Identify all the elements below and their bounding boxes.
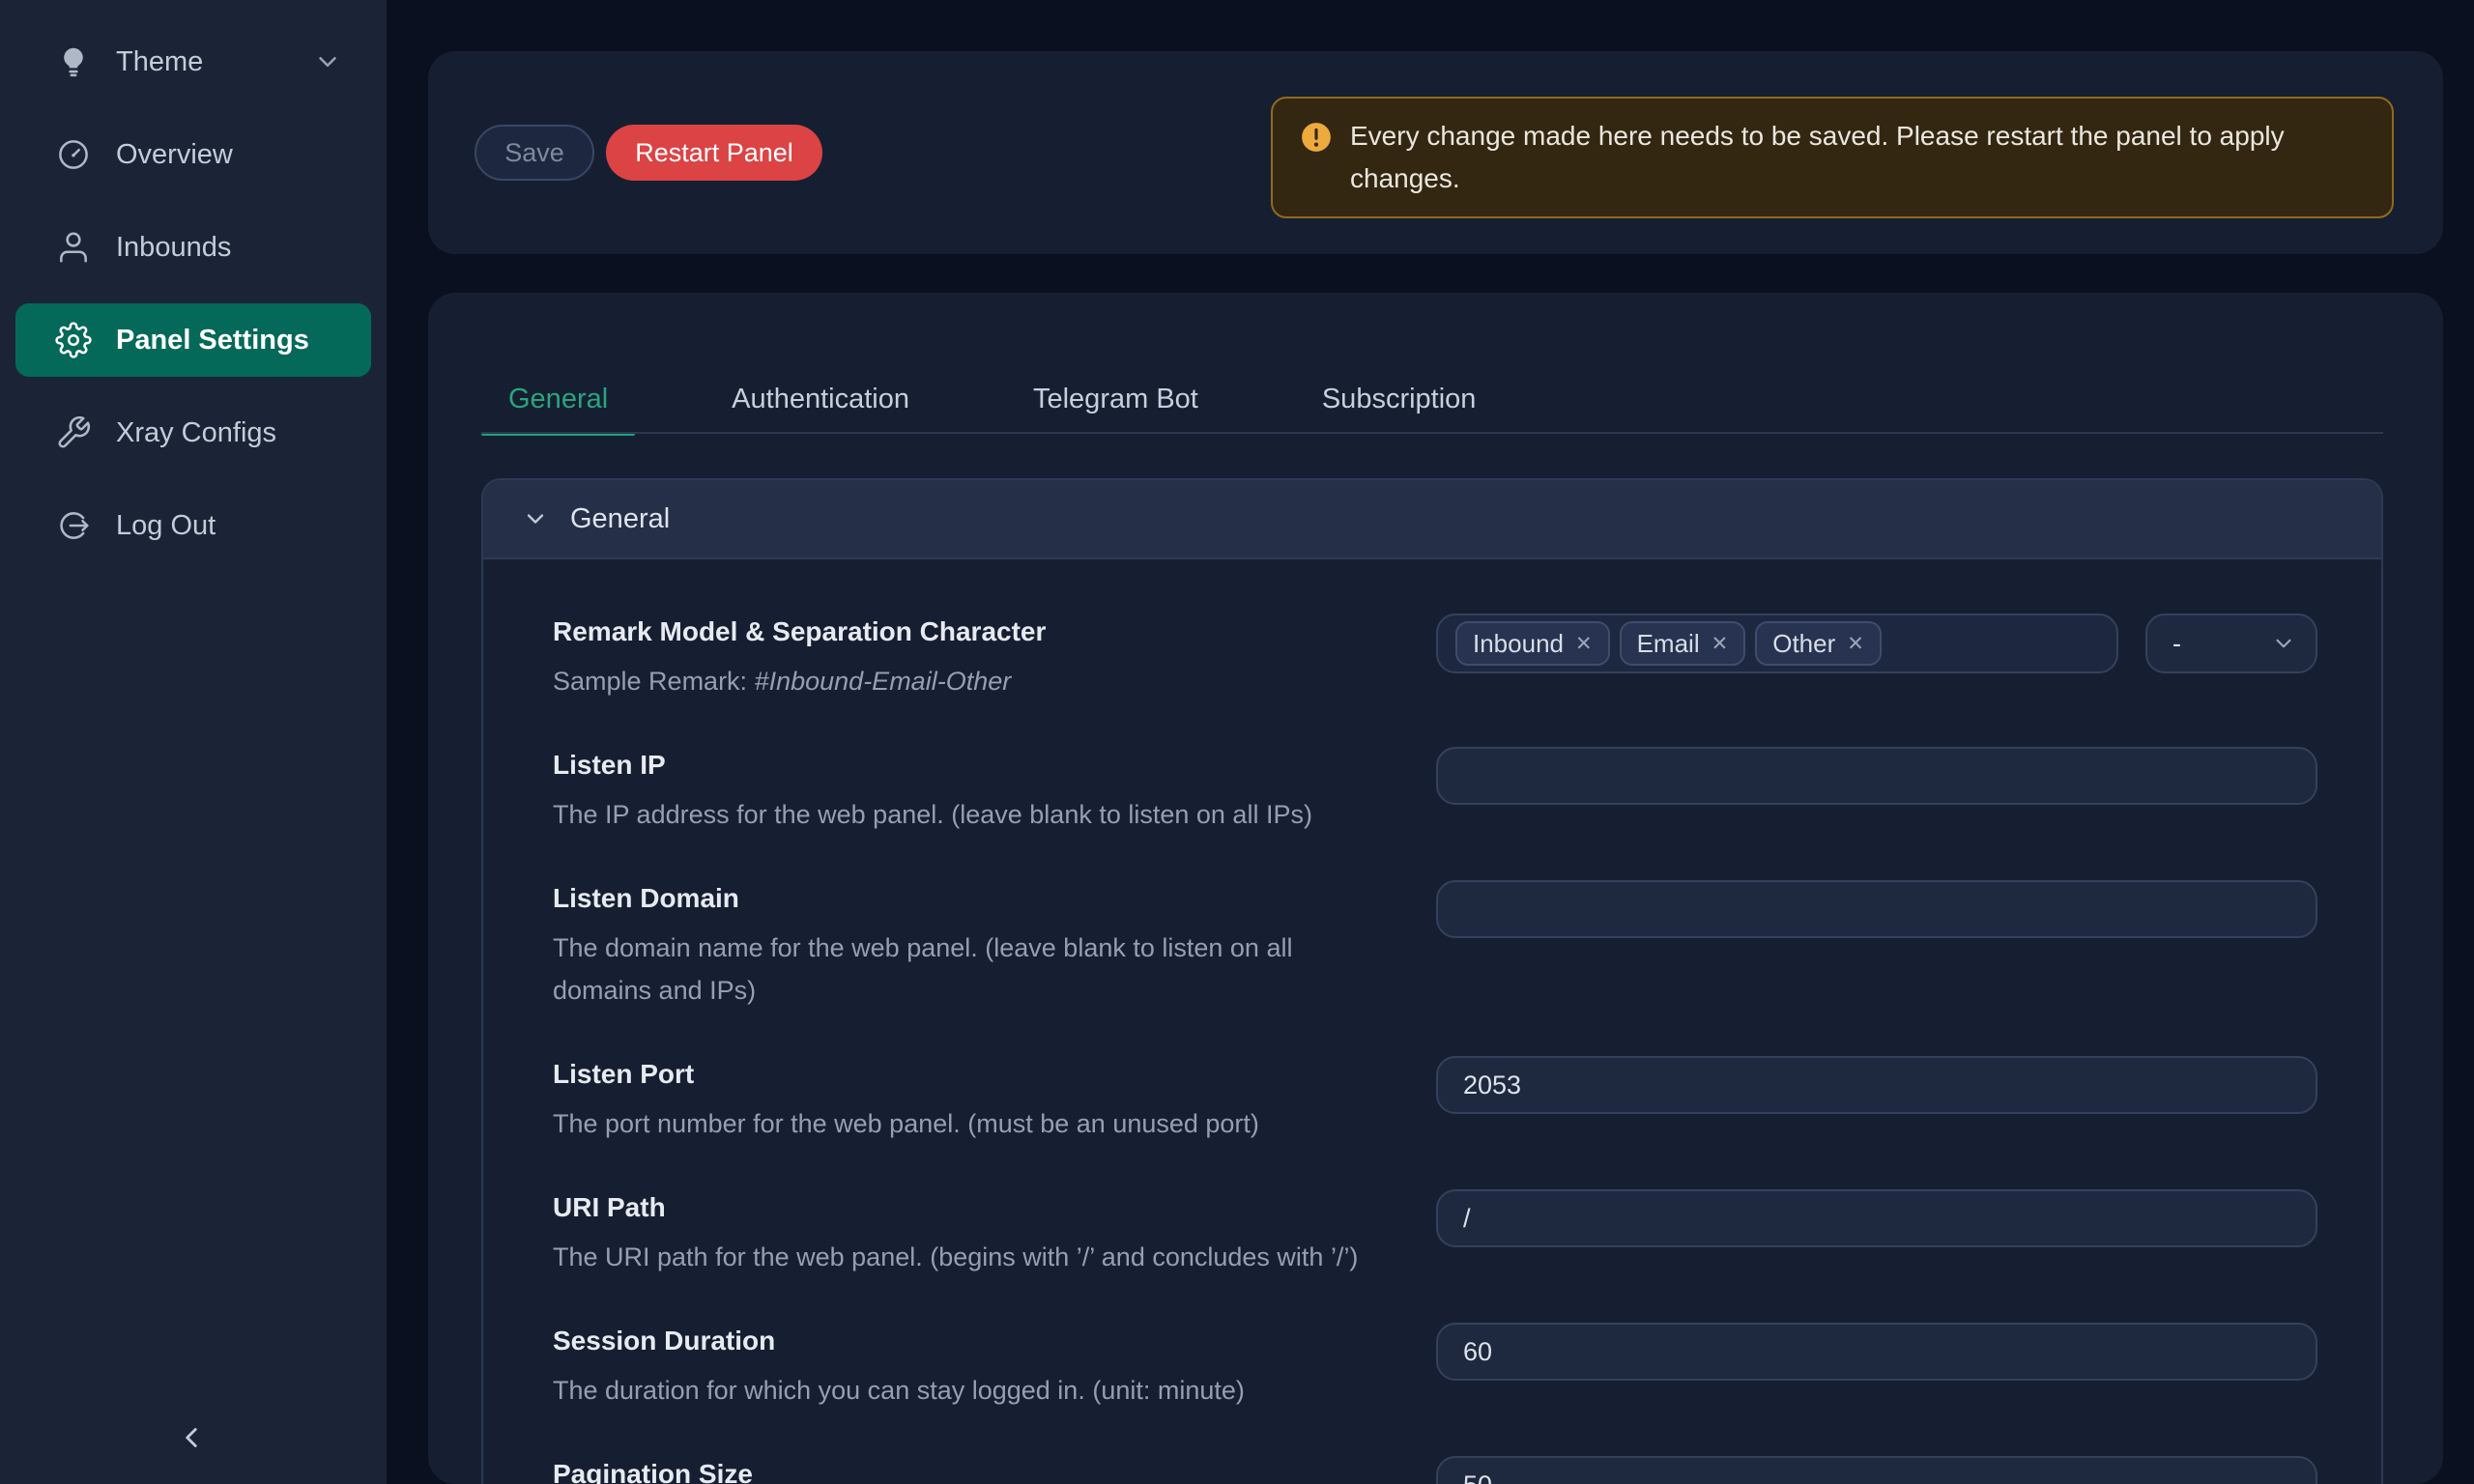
sidebar-item-label: Xray Configs bbox=[116, 417, 276, 449]
settings-card: General Authentication Telegram Bot Subs… bbox=[428, 293, 2443, 1484]
separator-select[interactable]: - bbox=[2145, 614, 2317, 673]
form-row-remark-model: Remark Model & Separation Character Samp… bbox=[553, 614, 2317, 702]
general-section-body: Remark Model & Separation Character Samp… bbox=[483, 559, 2381, 1484]
field-label: Listen IP bbox=[553, 747, 1423, 784]
listen-port-input[interactable] bbox=[1436, 1056, 2317, 1114]
field-description: The IP address for the web panel. (leave… bbox=[553, 793, 1423, 836]
listen-ip-input[interactable] bbox=[1436, 747, 2317, 805]
chevron-down-icon bbox=[522, 505, 549, 532]
tab-general[interactable]: General bbox=[481, 364, 635, 434]
tab-authentication[interactable]: Authentication bbox=[705, 364, 936, 434]
sidebar-item-label: Overview bbox=[116, 139, 233, 171]
field-label: Remark Model & Separation Character bbox=[553, 614, 1423, 650]
wrench-icon bbox=[54, 414, 93, 452]
bulb-icon bbox=[54, 43, 93, 81]
field-description: Sample Remark: #Inbound-Email-Other bbox=[553, 660, 1423, 702]
chevron-left-icon bbox=[175, 1421, 208, 1454]
field-description: The URI path for the web panel. (begins … bbox=[553, 1236, 1423, 1278]
sidebar-item-inbounds[interactable]: Inbounds bbox=[0, 201, 387, 294]
sidebar-item-label: Panel Settings bbox=[116, 325, 309, 357]
uri-path-input[interactable] bbox=[1436, 1189, 2317, 1247]
app-root: Theme Overview bbox=[0, 0, 2474, 1484]
sidebar-item-xray-configs[interactable]: Xray Configs bbox=[0, 386, 387, 479]
warning-alert-text: Every change made here needs to be saved… bbox=[1350, 115, 2365, 200]
session-duration-input[interactable] bbox=[1436, 1323, 2317, 1381]
tab-telegram-bot[interactable]: Telegram Bot bbox=[1006, 364, 1225, 434]
warning-alert: Every change made here needs to be saved… bbox=[1271, 97, 2394, 218]
field-description: The port number for the web panel. (must… bbox=[553, 1102, 1423, 1145]
warning-icon bbox=[1300, 121, 1333, 154]
listen-domain-input[interactable] bbox=[1436, 880, 2317, 938]
tag-chip-label: Inbound bbox=[1473, 629, 1564, 659]
pagination-size-input[interactable] bbox=[1436, 1456, 2317, 1484]
field-description: The duration for which you can stay logg… bbox=[553, 1369, 1423, 1412]
logout-icon bbox=[54, 506, 93, 545]
remove-tag-icon[interactable]: ✕ bbox=[1575, 632, 1593, 656]
restart-panel-button[interactable]: Restart Panel bbox=[606, 125, 822, 181]
sidebar-item-overview[interactable]: Overview bbox=[0, 108, 387, 201]
tag-chip: Email ✕ bbox=[1620, 621, 1746, 666]
field-label: Listen Domain bbox=[553, 880, 1423, 917]
sample-remark-value: #Inbound-Email-Other bbox=[755, 667, 1012, 696]
sidebar-nav: Theme Overview bbox=[0, 15, 387, 572]
form-row-uri-path: URI Path The URI path for the web panel.… bbox=[553, 1189, 2317, 1278]
form-row-listen-port: Listen Port The port number for the web … bbox=[553, 1056, 2317, 1145]
tag-chip-label: Other bbox=[1772, 629, 1835, 659]
form-row-listen-domain: Listen Domain The domain name for the we… bbox=[553, 880, 2317, 1012]
tag-chip: Inbound ✕ bbox=[1455, 621, 1610, 666]
field-description: The domain name for the web panel. (leav… bbox=[553, 927, 1336, 1012]
remove-tag-icon[interactable]: ✕ bbox=[1847, 632, 1864, 656]
remove-tag-icon[interactable]: ✕ bbox=[1712, 632, 1729, 656]
tab-bar: General Authentication Telegram Bot Subs… bbox=[481, 364, 1503, 434]
sidebar-item-panel-settings[interactable]: Panel Settings bbox=[15, 303, 371, 377]
sidebar-item-logout[interactable]: Log Out bbox=[0, 479, 387, 572]
form-row-session-duration: Session Duration The duration for which … bbox=[553, 1323, 2317, 1412]
sidebar-item-theme[interactable]: Theme bbox=[0, 15, 387, 108]
sidebar: Theme Overview bbox=[0, 0, 387, 1484]
remark-model-tags-input[interactable]: Inbound ✕ Email ✕ Other ✕ bbox=[1436, 614, 2118, 673]
field-label: Pagination Size bbox=[553, 1456, 1423, 1484]
field-label: Listen Port bbox=[553, 1056, 1423, 1093]
topbar-card: Save Restart Panel Every change made her… bbox=[428, 51, 2443, 254]
chevron-down-icon bbox=[2271, 631, 2296, 656]
form-row-listen-ip: Listen IP The IP address for the web pan… bbox=[553, 747, 2317, 836]
tag-chip: Other ✕ bbox=[1755, 621, 1882, 666]
field-label: URI Path bbox=[553, 1189, 1423, 1226]
sidebar-collapse-button[interactable] bbox=[162, 1409, 220, 1467]
gear-icon bbox=[54, 321, 93, 359]
gauge-icon bbox=[54, 135, 93, 174]
chevron-down-icon bbox=[313, 47, 342, 76]
sample-remark-prefix: Sample Remark: bbox=[553, 667, 755, 696]
tag-chip-label: Email bbox=[1637, 629, 1700, 659]
sidebar-item-label: Log Out bbox=[116, 510, 216, 542]
tab-bar-divider bbox=[481, 432, 2383, 434]
general-section-header[interactable]: General bbox=[483, 480, 2381, 559]
section-title: General bbox=[570, 503, 670, 535]
tab-subscription[interactable]: Subscription bbox=[1295, 364, 1504, 434]
separator-select-value: - bbox=[2172, 629, 2181, 659]
general-section: General Remark Model & Separation Charac… bbox=[481, 478, 2383, 1484]
user-icon bbox=[54, 228, 93, 267]
form-row-pagination-size: Pagination Size bbox=[553, 1456, 2317, 1484]
field-label: Session Duration bbox=[553, 1323, 1423, 1359]
sidebar-item-label: Theme bbox=[116, 46, 203, 78]
sidebar-item-label: Inbounds bbox=[116, 232, 231, 264]
save-button[interactable]: Save bbox=[475, 125, 594, 181]
